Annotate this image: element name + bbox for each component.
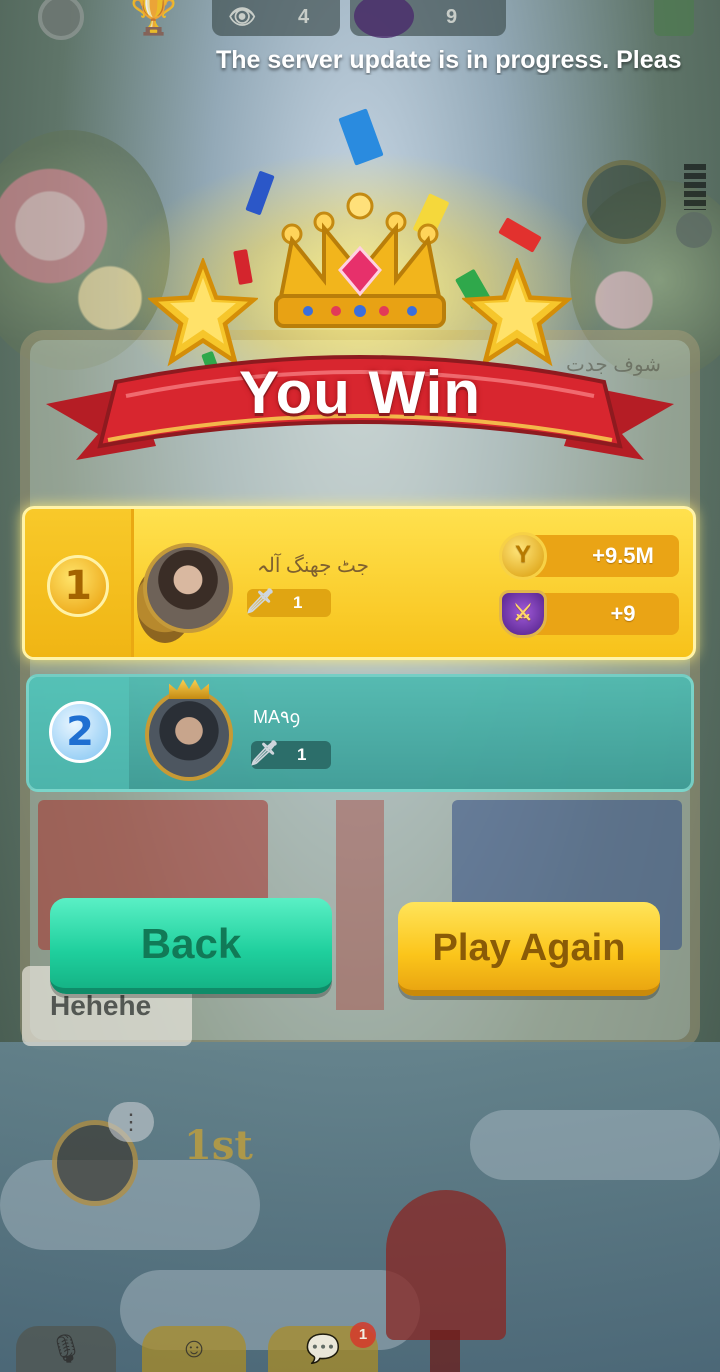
mic-toggle-button[interactable]: 🎙 [16, 1326, 116, 1372]
rank-reward-value: +9 [610, 601, 636, 626]
viewers-count: 4 [298, 6, 310, 28]
rank-points-counter: 9 [350, 0, 506, 38]
eye-icon: 👁 [228, 4, 256, 29]
player-name: جٹ جھنگ آلہ [257, 555, 370, 577]
sword-icon: 🗡 [249, 740, 280, 767]
back-button[interactable]: Back [50, 898, 332, 994]
winner-result-card: 1 جٹ جھنگ آلہ 🗡 1 Y +9.5M ⚔ +9 [22, 506, 696, 660]
opponent-avatar [582, 160, 666, 244]
sword-count-value: 1 [293, 593, 303, 612]
mailbox-pole [430, 1330, 460, 1372]
rank-1-badge: 1 [47, 555, 109, 617]
coin-icon: Y [499, 532, 547, 580]
rank-points-count: 9 [446, 6, 458, 28]
board-red-path [336, 800, 384, 1010]
crown-frame-icon [169, 679, 209, 699]
sword-count: 🗡 1 [245, 588, 331, 617]
emoji-button[interactable]: ☺ [142, 1326, 246, 1372]
chat-unread-badge: 1 [350, 1322, 376, 1348]
shop-icon[interactable] [654, 0, 694, 36]
avatar[interactable] [143, 543, 233, 633]
emoji-icon: ☺ [179, 1332, 209, 1363]
crown-icon [274, 192, 446, 328]
sword-count: 🗡 1 [249, 740, 331, 769]
rank-shield-icon: ⚔ [499, 590, 547, 638]
sword-icon: 🗡 [245, 588, 276, 615]
mailbox-decoration [386, 1190, 506, 1340]
server-notice-marquee: The server update is in progress. Pleas [216, 46, 682, 74]
more-icon[interactable]: ⋮ [108, 1102, 154, 1142]
win-title: You Win [239, 359, 481, 426]
mic-icon[interactable] [676, 212, 712, 248]
cloud [470, 1110, 720, 1180]
viewers-counter: 👁 4 [212, 0, 340, 36]
avatar[interactable] [145, 689, 233, 781]
rank-2-badge: 2 [49, 701, 111, 763]
mic-off-icon: 🎙 [48, 1333, 84, 1364]
play-again-button[interactable]: Play Again [398, 902, 660, 996]
my-place: 1st [184, 1122, 253, 1169]
sword-count-value: 1 [297, 745, 307, 764]
signal-bars-icon [684, 164, 706, 210]
coin-reward-value: +9.5M [592, 543, 654, 568]
player-name: MA٩ꝯ [253, 707, 301, 727]
coin-reward: Y +9.5M [499, 532, 679, 580]
sword-icon [354, 0, 414, 38]
top-bar: 🏆 👁 4 9 [0, 0, 720, 44]
trophy-icon[interactable]: 🏆 [130, 0, 177, 40]
gear-icon[interactable] [38, 0, 84, 40]
rank-reward: ⚔ +9 [499, 590, 679, 638]
second-result-card: 2 MA٩ꝯ 🗡 1 [26, 674, 694, 792]
